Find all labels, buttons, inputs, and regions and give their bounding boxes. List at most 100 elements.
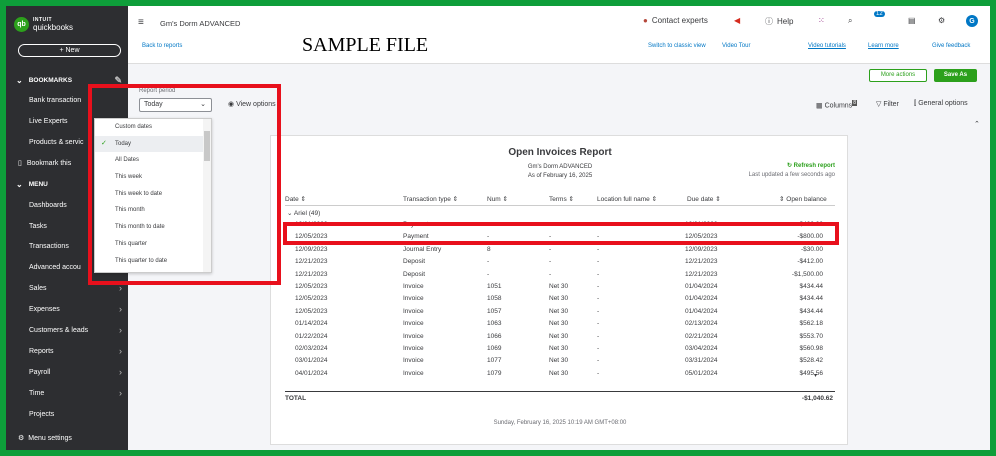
table-cell: Invoice (403, 369, 424, 377)
help-button[interactable]: ⓘ Help (765, 16, 793, 27)
sample-file-watermark: SAMPLE FILE (302, 34, 429, 56)
table-row[interactable]: 04/01/2024 Invoice 1079 Net 30 - 05/01/2024 $4… (285, 368, 835, 380)
table-cell: - (597, 295, 600, 303)
table-cell: Invoice (403, 357, 424, 365)
table-cell: 1079 (487, 369, 502, 377)
table-cell: 03/31/2024 (685, 357, 718, 365)
video-tour-link[interactable]: Video Tour (722, 43, 750, 49)
columns-button[interactable]: ▦ Columns8 (816, 100, 857, 109)
table-cell: - (549, 245, 552, 253)
sub-bar (128, 39, 990, 64)
col-num[interactable]: Num ⇕ (487, 195, 508, 203)
table-cell: - (597, 344, 600, 352)
refresh-report-link[interactable]: ↻ Refresh report (787, 162, 835, 169)
col-open-balance[interactable]: ⇕ Open balance (779, 195, 827, 203)
table-cell: Net 30 (549, 307, 569, 315)
quickbooks-logo[interactable]: qb INTUIT quickbooks (14, 16, 73, 32)
table-cell: Invoice (403, 344, 424, 352)
sidebar-item-expenses[interactable]: Expenses › (6, 299, 128, 319)
table-row[interactable]: 02/03/2024 Invoice 1069 Net 30 - 03/04/2024 $5… (285, 343, 835, 355)
scroll-down-icon[interactable]: ▾ (814, 372, 817, 379)
menu-collapse-icon[interactable]: ≡ (138, 17, 144, 28)
chevron-right-icon: › (119, 367, 122, 377)
report-company: Gm's Dorm ADVANCED (527, 164, 593, 170)
contact-experts[interactable]: ● Contact experts (643, 16, 708, 25)
video-tutorials-link[interactable]: Video tutorials (808, 43, 846, 49)
search-icon[interactable]: ⌕ (848, 16, 852, 26)
sidebar-item-time[interactable]: Time › (6, 383, 128, 403)
group-header[interactable]: ⌄ Ariel (49) (285, 208, 835, 219)
sidebar-item-payroll[interactable]: Payroll › (6, 362, 128, 382)
menu-settings[interactable]: ⚙ Menu settings (6, 428, 128, 448)
col-location[interactable]: Location full name ⇕ (597, 195, 657, 203)
table-cell: 1069 (487, 344, 502, 352)
table-cell: - (597, 245, 600, 253)
table-cell: Deposit (403, 270, 426, 278)
table-row[interactable]: 12/21/2023 Deposit - - - 12/21/2023 -$1,500.00 (285, 269, 835, 281)
gear-icon[interactable]: ⚙ (938, 16, 945, 25)
table-cell: - (549, 258, 552, 266)
table-cell: 12/21/2023 (685, 270, 718, 278)
table-row[interactable]: 12/05/2023 Invoice 1051 Net 30 - 01/04/2024 $4… (285, 281, 835, 293)
notification-badge[interactable]: 12 (874, 11, 885, 17)
filter-button[interactable]: ▽ Filter (876, 100, 899, 108)
table-cell: 12/05/2023 (295, 282, 328, 290)
table-cell: Net 30 (549, 320, 569, 328)
save-as-button[interactable]: Save As (934, 69, 977, 82)
table-cell: Invoice (403, 282, 424, 290)
table-header: Date ⇕ Transaction type ⇕ Num ⇕ Terms ⇕ … (285, 194, 835, 206)
top-bar: ≡ Gm's Dorm ADVANCED ● Contact experts ◀ … (128, 6, 990, 39)
table-cell: 03/04/2024 (685, 344, 718, 352)
new-button[interactable]: + New (18, 44, 121, 57)
table-cell: - (597, 282, 600, 290)
apps-grid-icon[interactable]: ⁙ (818, 16, 825, 25)
table-cell: 01/04/2024 (685, 307, 718, 315)
table-row[interactable]: 01/22/2024 Invoice 1066 Net 30 - 02/21/2024 $5… (285, 331, 835, 343)
more-actions-button[interactable]: More actions (869, 69, 927, 82)
table-cell: Net 30 (549, 295, 569, 303)
sidebar-item-customers-leads[interactable]: Customers & leads › (6, 320, 128, 340)
table-cell: Net 30 (549, 282, 569, 290)
total-label: TOTAL (285, 395, 307, 402)
app-window: qb INTUIT quickbooks + New ⌄ BOOKMARKS ✎ Ba… (6, 6, 990, 450)
table-cell: 02/13/2024 (685, 320, 718, 328)
sidebar-item-projects[interactable]: Projects (6, 404, 128, 424)
table-row[interactable]: 12/21/2023 Deposit - - - 12/21/2023 -$412.00 (285, 256, 835, 268)
general-options-button[interactable]: ⫿ General options (914, 100, 968, 108)
table-row[interactable]: 01/14/2024 Invoice 1063 Net 30 - 02/13/2024 $5… (285, 318, 835, 330)
chevron-down-icon: ⌄ (16, 179, 23, 189)
avatar[interactable]: G (966, 15, 978, 27)
give-feedback-link[interactable]: Give feedback (932, 43, 970, 49)
sidebar-item-reports[interactable]: Reports › (6, 341, 128, 361)
col-date[interactable]: Date ⇕ (285, 195, 306, 203)
table-row[interactable]: 03/01/2024 Invoice 1077 Net 30 - 03/31/2024 $5… (285, 355, 835, 367)
table-cell: 12/21/2023 (295, 258, 328, 266)
col-transaction-type[interactable]: Transaction type ⇕ (403, 195, 458, 203)
table-cell: Deposit (403, 258, 426, 266)
table-cell: - (597, 357, 600, 365)
table-cell: 01/22/2024 (295, 332, 328, 340)
collapse-chevron-icon[interactable]: ⌃ (974, 120, 980, 128)
table-cell: 03/01/2024 (295, 357, 328, 365)
table-row[interactable]: 12/09/2023 Journal Entry 8 - - 12/09/2023 -$30… (285, 244, 835, 256)
table-row[interactable]: 12/05/2023 Invoice 1057 Net 30 - 01/04/2024 $4… (285, 306, 835, 318)
table-row[interactable]: 12/05/2023 Invoice 1058 Net 30 - 01/04/2024 $4… (285, 293, 835, 305)
col-terms[interactable]: Terms ⇕ (549, 195, 574, 203)
highlight-box-report-period (88, 84, 281, 285)
table-cell: 12/05/2023 (295, 295, 328, 303)
switch-classic-view-link[interactable]: Switch to classic view (648, 43, 706, 49)
col-due-date[interactable]: Due date ⇕ (687, 195, 721, 203)
table-cell: 12/09/2023 (295, 245, 328, 253)
learn-more-link[interactable]: Learn more (868, 43, 899, 49)
table-cell: $434.44 (799, 295, 824, 303)
last-updated: Last updated a few seconds ago (748, 172, 835, 178)
report-footer: Sunday, February 16, 2025 10:19 AM GMT+0… (493, 420, 627, 426)
chevron-down-icon: ⌄ (16, 75, 23, 85)
table-cell: 02/03/2024 (295, 344, 328, 352)
back-to-reports-link[interactable]: Back to reports (142, 43, 182, 49)
table-cell: 01/04/2024 (685, 295, 718, 303)
megaphone-icon[interactable]: ◀ (734, 16, 740, 25)
person-icon: ● (643, 16, 648, 25)
table-cell: Net 30 (549, 369, 569, 377)
clipboard-icon[interactable]: ▤ (908, 16, 916, 25)
